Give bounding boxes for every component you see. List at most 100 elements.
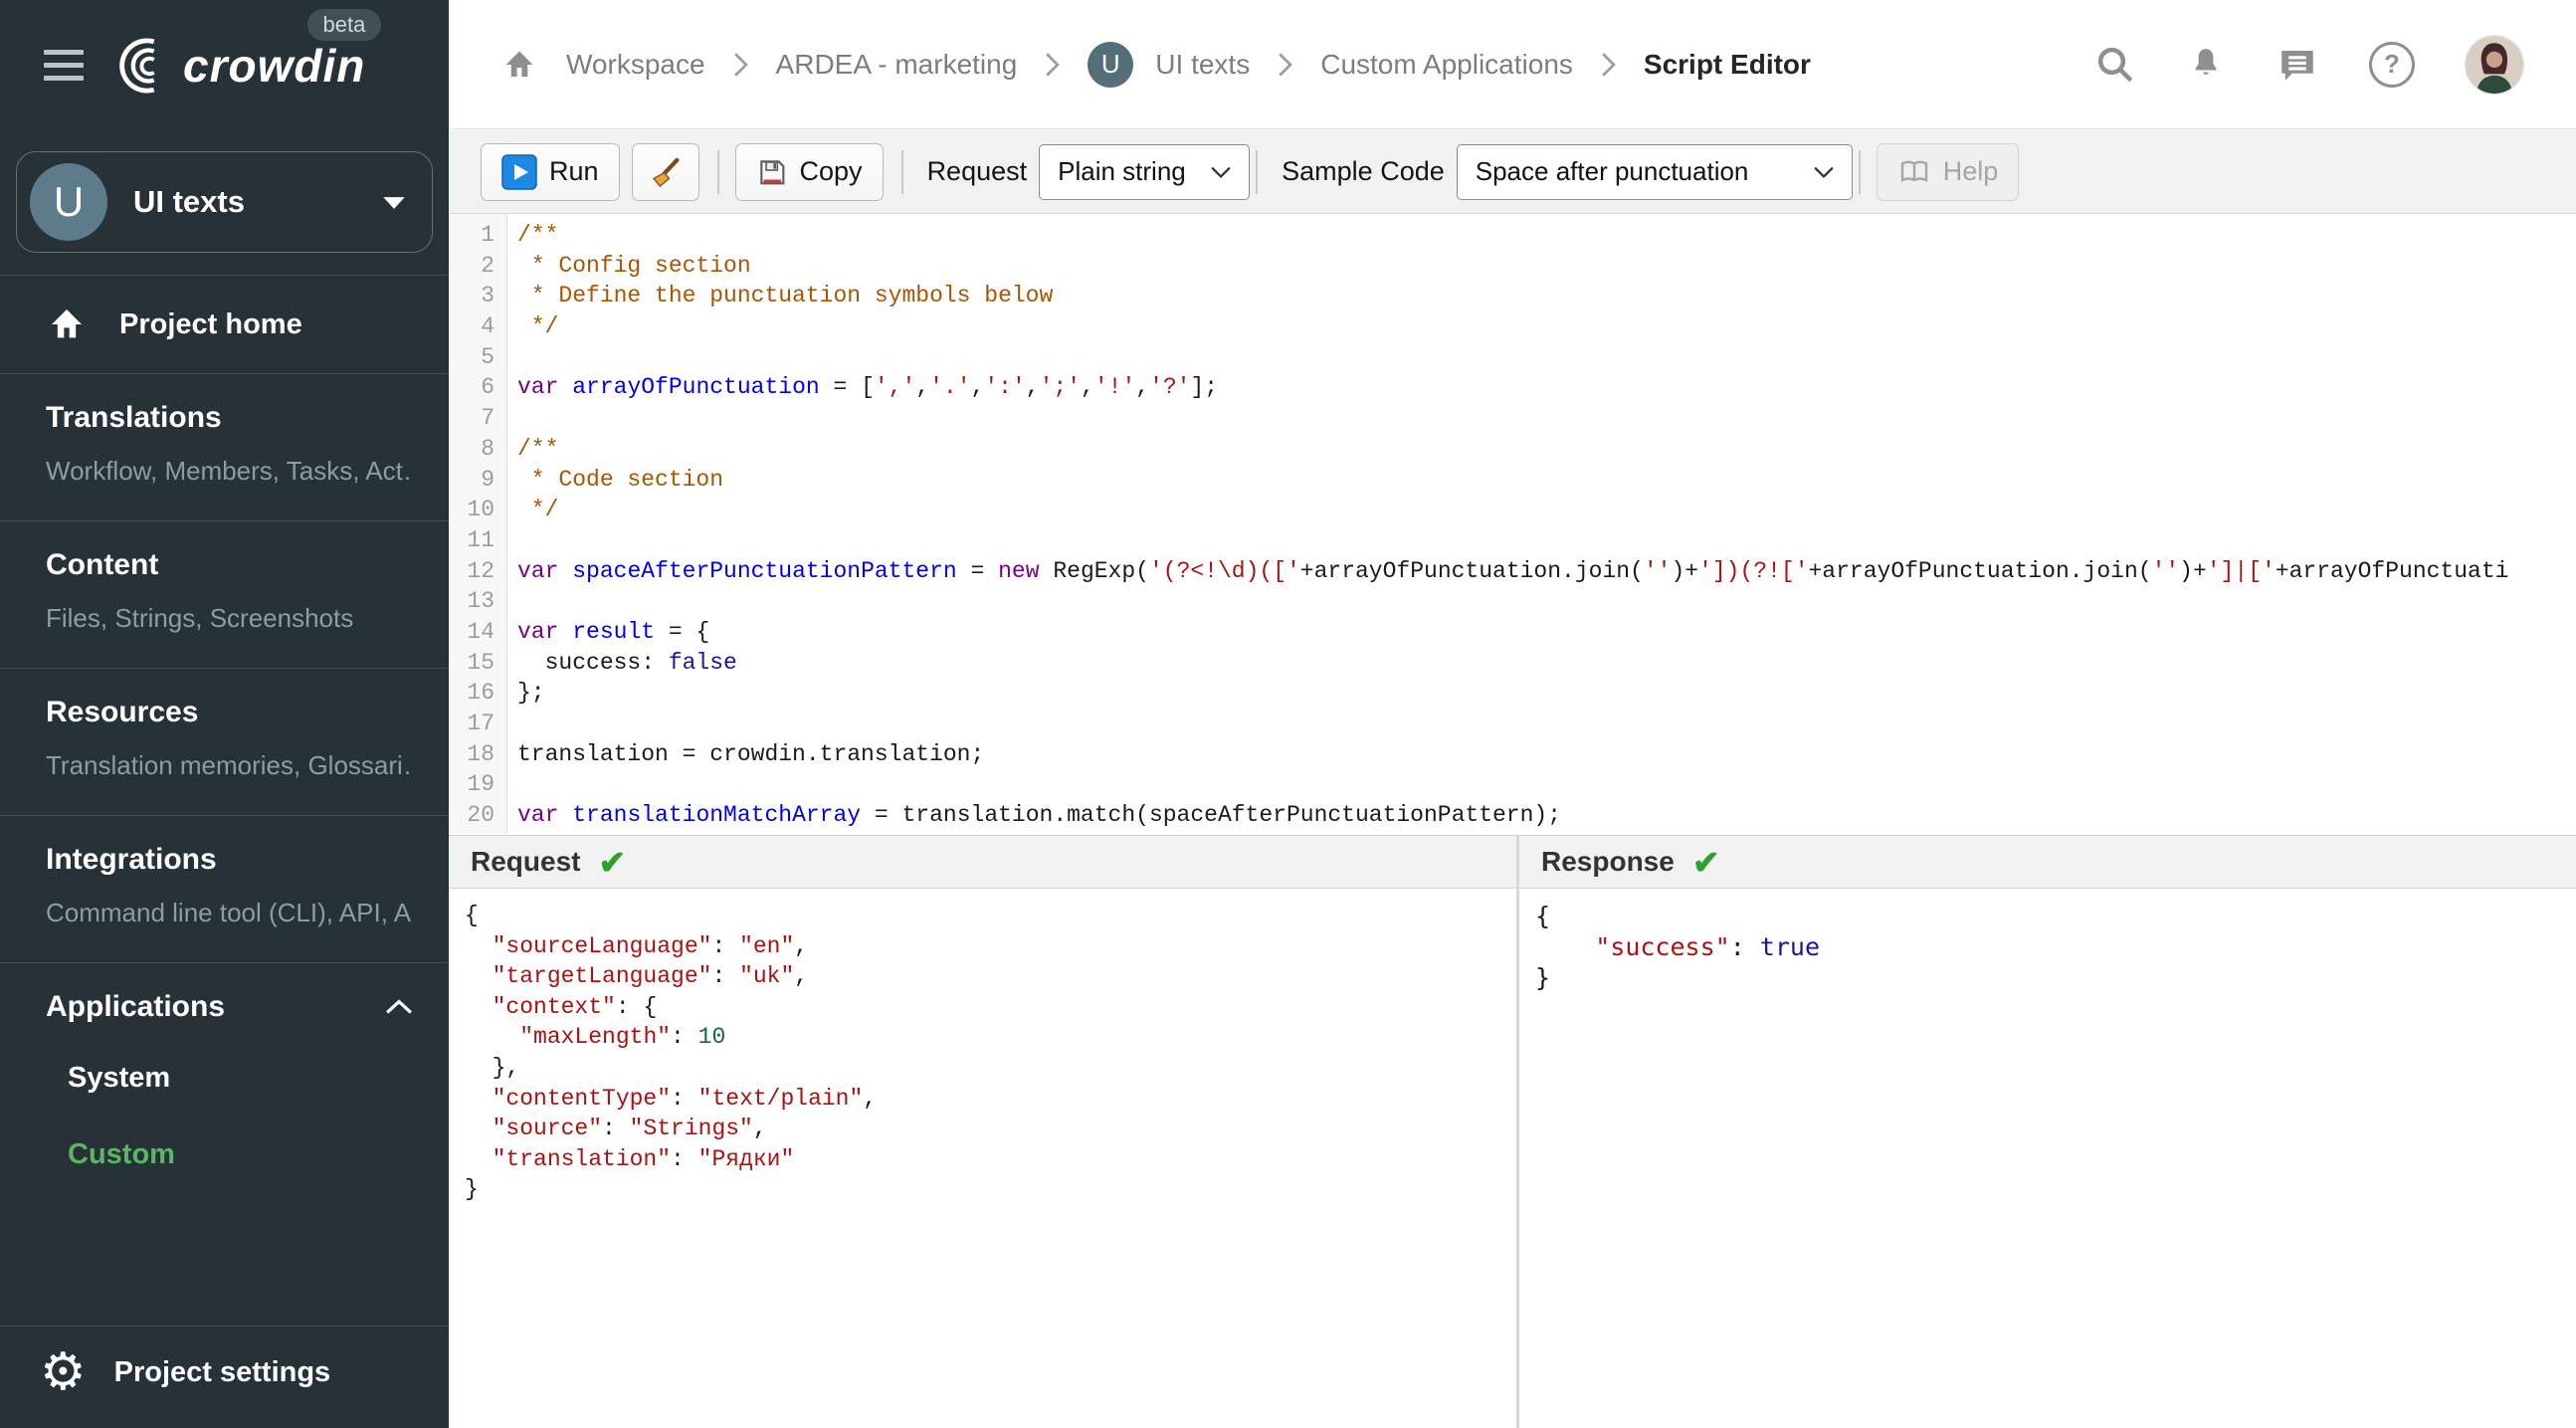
top-actions: ?: [2094, 34, 2524, 95]
json-line: }: [1535, 963, 1551, 992]
user-avatar[interactable]: [2465, 34, 2524, 95]
save-copy-icon: [756, 156, 788, 188]
sidebar-item-integrations[interactable]: Integrations Command line tool (CLI), AP…: [0, 816, 449, 962]
code-line: 17: [467, 711, 495, 736]
notifications-bell-icon[interactable]: [2186, 44, 2226, 86]
green-check-icon: ✔: [598, 843, 627, 881]
sidebar-item-translations[interactable]: Translations Workflow, Members, Tasks, A…: [0, 374, 449, 520]
sidebar-item-label: Project home: [119, 307, 302, 340]
sidebar-item-applications[interactable]: Applications: [0, 963, 449, 1030]
request-type-select[interactable]: Plain string: [1039, 143, 1251, 200]
help-icon[interactable]: ?: [2369, 41, 2415, 88]
search-icon[interactable]: [2094, 44, 2136, 86]
messages-icon[interactable]: [2276, 44, 2319, 86]
chevron-up-icon[interactable]: [385, 999, 413, 1015]
section-title: Translations: [46, 401, 222, 434]
code-line: 21: [449, 831, 2576, 834]
section-title: Integrations: [46, 843, 217, 876]
applications-submenu: System Custom: [0, 1030, 449, 1219]
code-line: 2 * Config section: [481, 252, 751, 279]
gear-icon: ⚙: [40, 1342, 87, 1402]
chevron-down-icon: [1211, 166, 1231, 178]
response-panel-header: Response ✔: [1519, 835, 2576, 889]
run-play-icon: [501, 153, 537, 190]
request-panel-header: Request ✔: [449, 835, 1516, 889]
project-name: UI texts: [133, 184, 245, 219]
help-button[interactable]: Help: [1876, 142, 2020, 201]
response-panel-title: Response: [1541, 846, 1675, 877]
response-panel: Response ✔ { "success": true}: [1519, 835, 2576, 1428]
clear-brush-button[interactable]: [631, 142, 699, 201]
brush-icon: [649, 155, 683, 189]
request-response-panels: Request ✔ { "sourceLanguage": "en", "tar…: [449, 835, 2576, 1428]
request-json-body[interactable]: { "sourceLanguage": "en", "targetLanguag…: [449, 889, 1516, 1428]
sample-code-select[interactable]: Space after punctuation: [1456, 143, 1853, 200]
section-subtitle: Command line tool (CLI), API, A…: [46, 898, 413, 927]
code-line: 9 * Code section: [481, 466, 724, 493]
sidebar-item-project-home[interactable]: Project home: [0, 276, 449, 373]
project-selector[interactable]: U UI texts: [16, 151, 433, 253]
code-line: 16};: [467, 680, 545, 707]
code-line: 12 var spaceAfterPunctuationPattern = new…: [467, 557, 2509, 584]
json-line: "maxLength": 10: [519, 1024, 726, 1051]
json-line: },: [465, 1054, 520, 1081]
section-title: Applications: [46, 990, 226, 1023]
section-subtitle: Translation memories, Glossari…: [46, 750, 413, 780]
response-json-body[interactable]: { "success": true}: [1519, 889, 2576, 1428]
sidebar-item-resources[interactable]: Resources Translation memories, Glossari…: [0, 669, 449, 815]
json-line: }: [465, 1176, 479, 1203]
hamburger-menu-icon[interactable]: [44, 50, 84, 81]
run-button-label: Run: [549, 156, 599, 186]
sidebar-item-custom-apps[interactable]: Custom: [68, 1117, 449, 1193]
code-line: 7: [481, 405, 495, 432]
code-line: 15 success: false: [467, 649, 737, 676]
home-icon[interactable]: [500, 47, 538, 83]
json-line: "sourceLanguage": "en",: [492, 932, 809, 959]
help-button-label: Help: [1942, 156, 1999, 186]
breadcrumb: Workspace ARDEA - marketing U UI texts C…: [500, 41, 2094, 88]
sidebar-item-label: Project settings: [113, 1355, 331, 1388]
crowdin-logo[interactable]: crowdin beta: [115, 8, 382, 95]
section-subtitle: Workflow, Members, Tasks, Act…: [46, 456, 413, 486]
chevron-right-icon: [1601, 52, 1616, 78]
breadcrumb-organization[interactable]: ARDEA - marketing: [776, 49, 1018, 81]
run-button[interactable]: Run: [481, 142, 620, 201]
code-line: 5: [481, 343, 495, 370]
request-panel-title: Request: [471, 846, 581, 877]
section-title: Content: [46, 548, 159, 581]
code-line: 1/**: [481, 222, 559, 248]
help-book-icon: [1897, 156, 1931, 188]
copy-button-label: Copy: [799, 156, 863, 186]
chevron-right-icon: [1045, 52, 1061, 78]
request-type-value: Plain string: [1058, 156, 1186, 186]
toolbar-separator: [716, 149, 719, 194]
sidebar-item-system-apps[interactable]: System: [68, 1040, 449, 1117]
copy-button[interactable]: Copy: [734, 142, 884, 201]
section-subtitle: Files, Strings, Screenshots: [46, 603, 354, 633]
code-line: 11: [467, 526, 495, 553]
json-line: "source": "Strings",: [492, 1116, 767, 1142]
code-line: 14 var result = {: [467, 618, 710, 645]
request-select-label: Request: [926, 156, 1028, 186]
breadcrumb-custom-applications[interactable]: Custom Applications: [1320, 49, 1573, 81]
sidebar: U UI texts Project home Translations Wor…: [0, 130, 449, 1428]
chevron-down-icon: [1814, 166, 1834, 178]
breadcrumb-workspace[interactable]: Workspace: [566, 49, 705, 81]
breadcrumb-project[interactable]: UI texts: [1155, 49, 1250, 81]
sidebar-item-content[interactable]: Content Files, Strings, Screenshots: [0, 521, 449, 668]
code-editor[interactable]: 1/** 2 * Config section 3 * Define the pun…: [449, 214, 2576, 834]
project-avatar: U: [30, 163, 107, 241]
code-line: 4 */: [481, 313, 559, 340]
json-line: "success": true: [1595, 932, 1821, 961]
json-line: "translation": "Рядки": [492, 1145, 795, 1172]
code-line: 6 var arrayOfPunctuation = [',','.',':','…: [481, 374, 1219, 401]
sidebar-item-project-settings[interactable]: ⚙ Project settings: [0, 1326, 449, 1428]
sample-code-value: Space after punctuation: [1475, 156, 1749, 186]
json-line: {: [465, 903, 479, 928]
code-line: 8/**: [481, 435, 559, 462]
json-line: "targetLanguage": "uk",: [492, 963, 809, 990]
crowdin-logo-icon: [115, 37, 173, 95]
request-panel: Request ✔ { "sourceLanguage": "en", "tar…: [449, 835, 1519, 1428]
code-line: 18 translation = crowdin.translation;: [467, 740, 985, 767]
json-line: "context": {: [492, 993, 658, 1020]
